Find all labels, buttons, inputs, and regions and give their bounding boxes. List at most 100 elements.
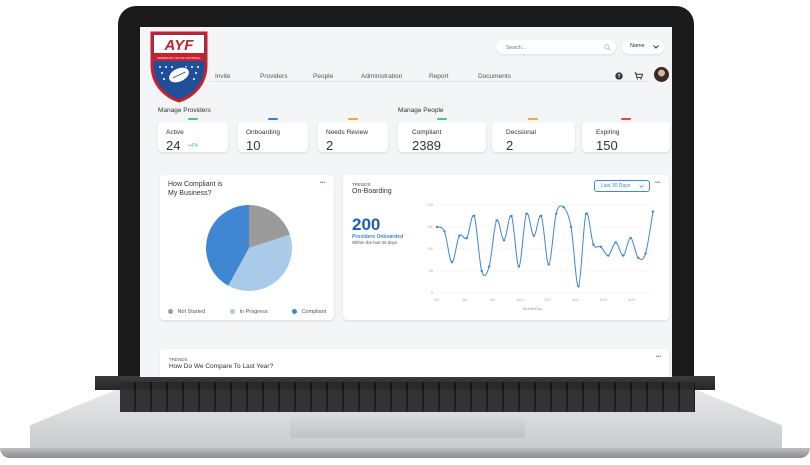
- compare-card: TRENDS How Do We Compare To Last Year? •…: [160, 349, 669, 377]
- help-icon[interactable]: ?: [615, 72, 623, 80]
- nav-documents[interactable]: Documents: [478, 73, 511, 80]
- search-box[interactable]: [496, 40, 616, 54]
- stat-card-active[interactable]: Active 24 +4%: [158, 118, 228, 153]
- logo-subtext: AMERICAN YOUTH FOOTBALL: [157, 56, 201, 60]
- compliance-pie-chart: [205, 205, 292, 291]
- cart-icon[interactable]: [634, 72, 643, 80]
- onboarding-card: TRENDS On-Boarding Last 30 Days ••• 200 …: [343, 175, 669, 320]
- data-point: [510, 214, 513, 218]
- x-tick-label: 8/9: [490, 298, 495, 302]
- status-bar-green: [437, 118, 447, 120]
- date-range-label: Last 30 Days: [601, 183, 631, 189]
- data-point: [599, 245, 603, 248]
- stat-card-expiring[interactable]: Expiring 150: [582, 118, 670, 153]
- compliance-title-line1: How Compliant is: [168, 181, 223, 188]
- stat-value: 2: [506, 138, 514, 153]
- nav-people[interactable]: People: [313, 73, 333, 80]
- stat-label: Decisional: [506, 129, 536, 136]
- stat-value: 24: [166, 138, 181, 153]
- data-point: [458, 234, 461, 237]
- manage-providers-title: Manage Providers: [158, 107, 211, 114]
- data-point: [435, 225, 439, 229]
- stat-value: 2: [326, 138, 334, 153]
- user-menu[interactable]: Name: [622, 40, 664, 54]
- x-tick-label: 8/29: [628, 298, 635, 302]
- ayf-logo[interactable]: AYF AMERICAN YOUTH FOOTBALL: [148, 29, 210, 103]
- legend-swatch: [230, 309, 235, 315]
- x-tick-label: 8/17: [545, 298, 552, 302]
- onboarded-sublabel: Within the last 30 days: [352, 240, 398, 245]
- compare-kicker: TRENDS: [169, 357, 188, 362]
- data-point: [592, 243, 595, 246]
- legend-compliant: Compliant: [292, 303, 326, 321]
- stat-value: 2389: [412, 138, 441, 153]
- data-point: [480, 269, 483, 273]
- search-icon[interactable]: [604, 44, 611, 51]
- legend-not-started: Not Started: [168, 303, 205, 321]
- app-screen: AYF AMERICAN YOUTH FOOTBALL Name Invite …: [140, 27, 672, 377]
- nav-administration[interactable]: Administration: [361, 73, 402, 80]
- legend-label: Compliant: [301, 308, 327, 315]
- chevron-down-icon: [639, 184, 644, 188]
- stat-card-compliant[interactable]: Compliant 2389: [398, 118, 486, 153]
- stat-label: Active: [166, 129, 184, 136]
- stat-card-decisional[interactable]: Decisional 2: [492, 118, 575, 153]
- data-point: [502, 239, 506, 242]
- nav-providers[interactable]: Providers: [260, 73, 287, 80]
- stat-delta: +4%: [188, 143, 199, 149]
- nav-underline: [210, 81, 650, 82]
- search-input[interactable]: [504, 42, 600, 53]
- more-options-icon[interactable]: •••: [320, 180, 325, 186]
- data-point: [651, 210, 655, 213]
- chevron-down-icon: [653, 45, 659, 49]
- legend-swatch: [292, 309, 297, 315]
- x-tick-label: 8/25: [600, 298, 607, 302]
- more-options-icon[interactable]: •••: [655, 180, 660, 186]
- data-point: [629, 236, 632, 240]
- logo-text: AYF: [164, 37, 195, 54]
- date-range-dropdown[interactable]: Last 30 Days: [594, 180, 650, 192]
- data-point: [577, 285, 580, 288]
- data-point: [450, 261, 454, 264]
- x-tick-label: 8/13: [517, 298, 524, 302]
- data-point: [443, 230, 446, 233]
- data-point: [636, 256, 640, 259]
- onboarding-kicker: TRENDS: [352, 182, 371, 187]
- laptop-keyboard: [120, 382, 695, 412]
- y-tick-label: 50: [429, 269, 433, 273]
- stat-label: Onboarding: [246, 129, 280, 136]
- data-point: [525, 212, 528, 215]
- data-point: [569, 225, 573, 229]
- avatar[interactable]: [654, 67, 669, 82]
- onboarding-title: On-Boarding: [352, 188, 392, 195]
- data-point: [465, 236, 468, 240]
- status-bar-blue: [268, 118, 278, 120]
- nav-invite[interactable]: Invite: [215, 73, 231, 80]
- data-point: [554, 212, 558, 215]
- status-bar-green: [188, 118, 198, 120]
- series-line: [436, 205, 654, 287]
- legend-swatch: [168, 309, 173, 315]
- status-bar-red: [621, 118, 631, 120]
- data-point: [562, 206, 565, 209]
- stat-card-onboarding[interactable]: Onboarding 10: [238, 118, 308, 153]
- onboarded-count: 200: [352, 215, 381, 234]
- svg-text:?: ?: [617, 74, 620, 80]
- x-tick-label: 8/1: [435, 298, 440, 302]
- status-bar-orange: [348, 118, 358, 120]
- legend-label: Not Started: [177, 308, 206, 315]
- stat-label: Expiring: [596, 129, 620, 136]
- nav-report[interactable]: Report: [429, 73, 449, 80]
- laptop-front-lip: [0, 448, 810, 458]
- more-options-icon[interactable]: •••: [656, 354, 661, 360]
- y-tick-label: 150: [427, 225, 433, 229]
- data-point: [517, 265, 521, 268]
- data-point: [607, 254, 610, 257]
- legend-label: In Progress: [239, 308, 268, 315]
- stat-value: 150: [596, 138, 618, 153]
- data-point: [622, 254, 625, 257]
- stat-label: Needs Review: [326, 129, 368, 136]
- user-name: Name: [630, 43, 645, 49]
- stat-card-needs-review[interactable]: Needs Review 2: [318, 118, 388, 153]
- data-point: [473, 214, 476, 218]
